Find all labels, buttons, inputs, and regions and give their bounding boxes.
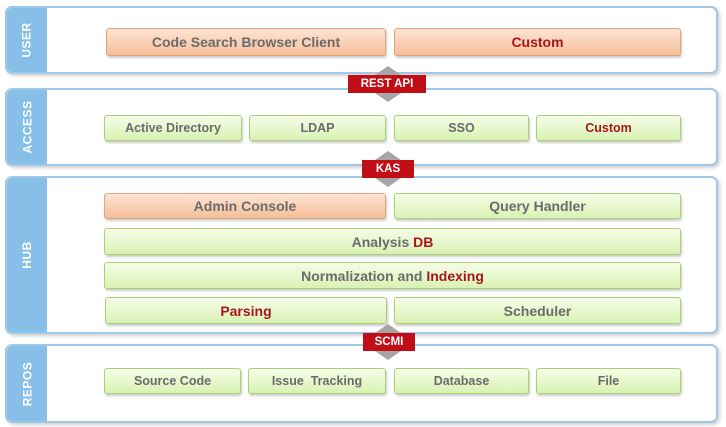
active-directory-box: Active Directory: [104, 115, 242, 141]
normalization-indexing-box: Normalization and Indexing: [104, 262, 681, 289]
query-handler-box: Query Handler: [394, 193, 681, 219]
analysis-label: Analysis: [351, 233, 410, 250]
access-layer: ACCESS Active Directory LDAP SSO Custom: [5, 88, 718, 166]
hub-layer: HUB Admin Console Query Handler Analysis…: [5, 176, 718, 334]
user-layer-tab: USER: [7, 8, 47, 72]
source-code-box: Source Code: [104, 368, 241, 394]
ldap-box: LDAP: [249, 115, 386, 141]
normalization-label: Normalization and: [301, 267, 423, 284]
indexing-label: Indexing: [426, 267, 484, 284]
rest-api-tag: REST API: [348, 75, 426, 93]
rest-api-arrow-up-icon: [375, 66, 401, 75]
scmi-arrow-up-icon: [375, 324, 401, 333]
admin-console-box: Admin Console: [104, 193, 386, 219]
db-label: DB: [413, 233, 434, 250]
repos-layer-label: REPOS: [20, 361, 35, 406]
kas-arrow-up-icon: [375, 151, 401, 160]
hub-layer-label: HUB: [20, 241, 34, 269]
issue-tracking-box: Issue Tracking: [248, 368, 386, 394]
user-layer: USER Code Search Browser Client Custom: [5, 6, 718, 74]
hub-layer-tab: HUB: [7, 178, 47, 332]
parsing-box: Parsing: [105, 297, 387, 324]
scheduler-box: Scheduler: [394, 297, 681, 324]
repos-layer-tab: REPOS: [7, 346, 47, 421]
access-layer-label: ACCESS: [20, 100, 35, 154]
user-layer-label: USER: [20, 22, 34, 58]
access-custom-box: Custom: [536, 115, 681, 141]
rest-api-arrow-down-icon: [375, 93, 401, 102]
repos-layer: REPOS Source Code Issue Tracking Databas…: [5, 344, 718, 423]
kas-arrow-down-icon: [375, 178, 401, 187]
database-box: Database: [394, 368, 529, 394]
sso-box: SSO: [394, 115, 529, 141]
kas-tag: KAS: [362, 160, 414, 178]
code-search-browser-client-box: Code Search Browser Client: [106, 28, 386, 56]
file-box: File: [536, 368, 681, 394]
access-layer-tab: ACCESS: [7, 90, 47, 164]
analysis-db-box: Analysis DB: [104, 228, 681, 255]
scmi-tag: SCMI: [363, 333, 415, 351]
scmi-arrow-down-icon: [375, 351, 401, 360]
user-custom-box: Custom: [394, 28, 681, 56]
